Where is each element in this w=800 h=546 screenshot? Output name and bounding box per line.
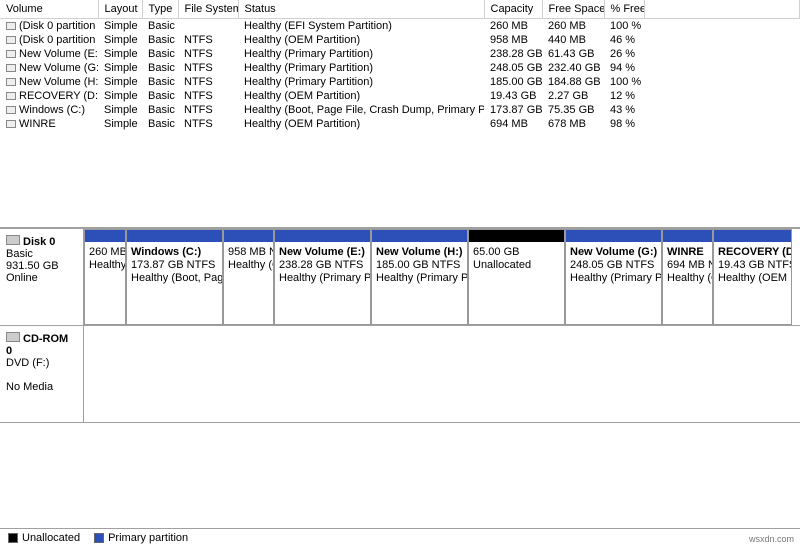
partition-bar xyxy=(275,230,370,242)
partition-block[interactable]: New Volume (G:)248.05 GB NTFSHealthy (Pr… xyxy=(565,229,662,325)
partition-bar xyxy=(469,230,564,242)
col-status[interactable]: Status xyxy=(238,0,484,18)
partition-block[interactable]: 260 MBHealthy xyxy=(84,229,126,325)
partition-bar xyxy=(566,230,661,242)
table-row[interactable]: (Disk 0 partition 4)SimpleBasicNTFSHealt… xyxy=(0,33,800,47)
col-freespace[interactable]: Free Space xyxy=(542,0,604,18)
col-filesystem[interactable]: File System xyxy=(178,0,238,18)
legend: Unallocated Primary partition xyxy=(0,528,800,546)
col-spacer xyxy=(644,0,800,18)
swatch-black-icon xyxy=(8,533,18,543)
col-volume[interactable]: Volume xyxy=(0,0,98,18)
graphical-view: Disk 0 Basic 931.50 GB Online 260 MBHeal… xyxy=(0,228,800,423)
disk-label: Disk 0 xyxy=(23,236,55,248)
disk-icon xyxy=(6,235,20,245)
partition-block[interactable]: RECOVERY (D:)19.43 GB NTFSHealthy (OEM P xyxy=(713,229,792,325)
volume-icon xyxy=(6,106,16,114)
partition-bar xyxy=(224,230,273,242)
cdrom-media: No Media xyxy=(6,381,77,393)
disk-size: 931.50 GB xyxy=(6,260,77,272)
table-row[interactable]: (Disk 0 partition 1)SimpleBasicHealthy (… xyxy=(0,18,800,33)
table-row[interactable]: New Volume (E:)SimpleBasicNTFSHealthy (P… xyxy=(0,47,800,61)
partition-bar xyxy=(372,230,467,242)
watermark: wsxdn.com xyxy=(749,534,794,544)
partition-bar xyxy=(714,230,791,242)
cdrom-drive: DVD (F:) xyxy=(6,357,77,369)
table-row[interactable]: New Volume (G:)SimpleBasicNTFSHealthy (P… xyxy=(0,61,800,75)
table-row[interactable]: RECOVERY (D:)SimpleBasicNTFSHealthy (OEM… xyxy=(0,89,800,103)
disk-state: Online xyxy=(6,272,77,284)
partition-bar xyxy=(127,230,222,242)
volume-icon xyxy=(6,64,16,72)
partition-bar xyxy=(663,230,712,242)
partition-block[interactable]: New Volume (E:)238.28 GB NTFSHealthy (Pr… xyxy=(274,229,371,325)
volume-icon xyxy=(6,50,16,58)
disk-type: Basic xyxy=(6,248,77,260)
column-headers[interactable]: Volume Layout Type File System Status Ca… xyxy=(0,0,800,18)
swatch-blue-icon xyxy=(94,533,104,543)
table-row[interactable]: New Volume (H:)SimpleBasicNTFSHealthy (P… xyxy=(0,75,800,89)
volume-icon xyxy=(6,120,16,128)
cdrom-icon xyxy=(6,332,20,342)
volume-icon xyxy=(6,78,16,86)
col-capacity[interactable]: Capacity xyxy=(484,0,542,18)
col-type[interactable]: Type xyxy=(142,0,178,18)
volume-icon xyxy=(6,92,16,100)
cdrom-empty-area xyxy=(84,326,800,422)
col-pctfree[interactable]: % Free xyxy=(604,0,644,18)
partition-bar xyxy=(85,230,125,242)
col-layout[interactable]: Layout xyxy=(98,0,142,18)
legend-primary: Primary partition xyxy=(94,532,188,544)
table-row[interactable]: Windows (C:)SimpleBasicNTFSHealthy (Boot… xyxy=(0,103,800,117)
volume-icon xyxy=(6,36,16,44)
volume-icon xyxy=(6,22,16,30)
disk-0-partitions: 260 MBHealthyWindows (C:)173.87 GB NTFSH… xyxy=(84,229,800,325)
partition-block[interactable]: 958 MB NHealthy (O xyxy=(223,229,274,325)
table-row[interactable]: WINRESimpleBasicNTFSHealthy (OEM Partiti… xyxy=(0,117,800,131)
disk-0-info[interactable]: Disk 0 Basic 931.50 GB Online xyxy=(0,229,84,325)
cdrom-info[interactable]: CD-ROM 0 DVD (F:) No Media xyxy=(0,326,84,422)
partition-block[interactable]: Windows (C:)173.87 GB NTFSHealthy (Boot,… xyxy=(126,229,223,325)
partition-block[interactable]: WINRE694 MB NHealthy (O xyxy=(662,229,713,325)
legend-unallocated: Unallocated xyxy=(8,532,80,544)
partition-block[interactable]: New Volume (H:)185.00 GB NTFSHealthy (Pr… xyxy=(371,229,468,325)
volume-list[interactable]: Volume Layout Type File System Status Ca… xyxy=(0,0,800,228)
disk-0-row: Disk 0 Basic 931.50 GB Online 260 MBHeal… xyxy=(0,228,800,325)
cdrom-row: CD-ROM 0 DVD (F:) No Media xyxy=(0,325,800,422)
partition-block[interactable]: 65.00 GBUnallocated xyxy=(468,229,565,325)
